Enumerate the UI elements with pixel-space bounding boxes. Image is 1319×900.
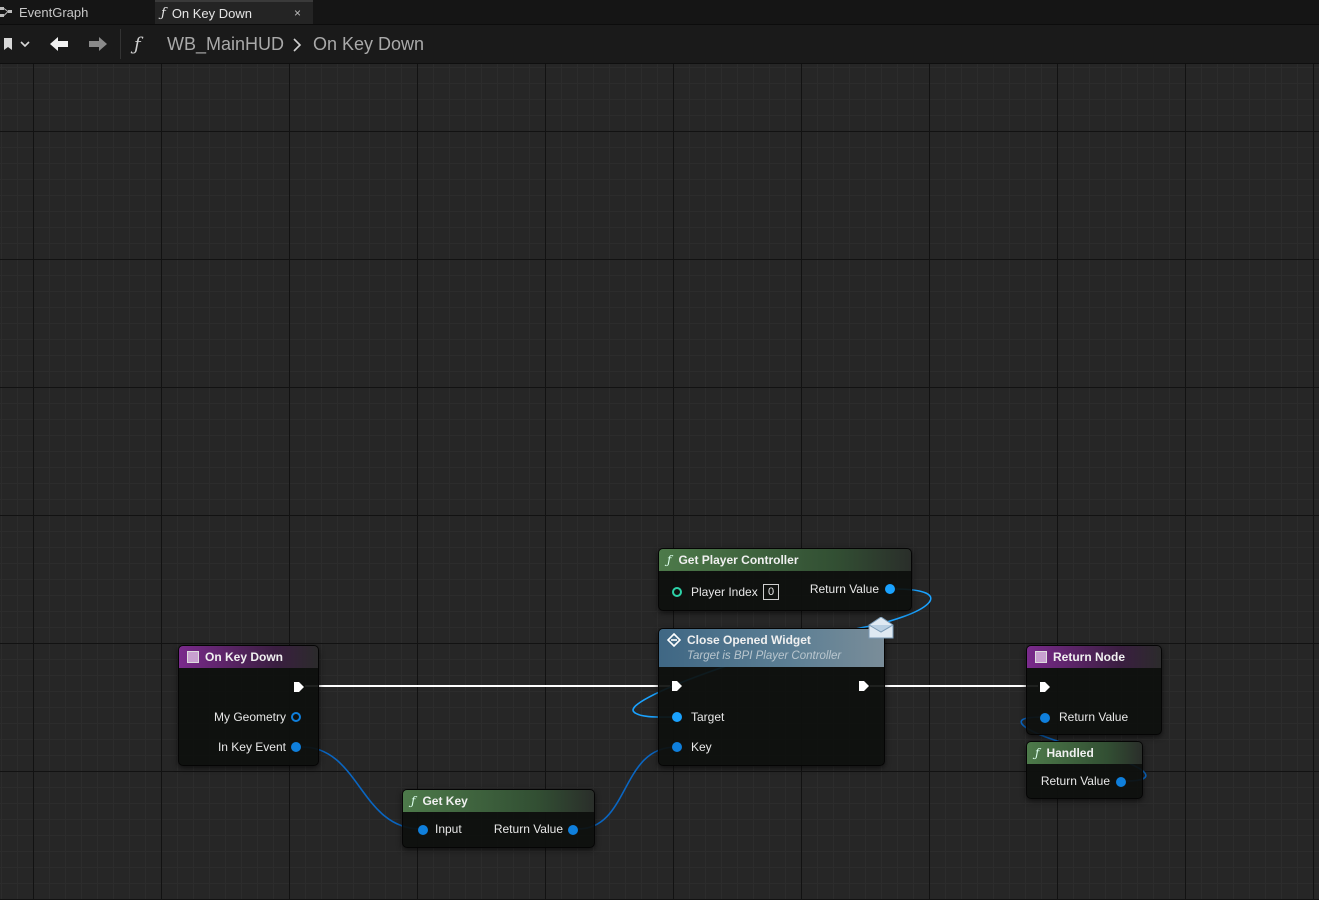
exec-in-pin[interactable] [671,680,683,692]
function-icon: ƒ [667,553,672,567]
back-button[interactable] [45,32,73,56]
tab-on-key-down[interactable]: ƒ On Key Down × [155,0,313,24]
node-header: ƒ Get Key [403,790,594,812]
player-index-input[interactable]: 0 [763,584,779,600]
pin-label: In Key Event [217,740,286,754]
exec-out-pin[interactable] [293,681,305,693]
node-title: Return Node [1053,650,1125,664]
get-player-controller-node[interactable]: ƒ Get Player Controller Player Index 0 R… [658,548,912,611]
envelope-icon [868,617,894,639]
pin-label: Player Index [691,585,758,599]
document-tab-bar: EventGraph ƒ On Key Down × [0,0,1319,25]
node-title: Handled [1046,746,1094,760]
handled-node[interactable]: ƒ Handled Return Value [1026,741,1143,799]
tab-label: On Key Down [171,5,253,21]
on-key-down-node[interactable]: On Key Down My Geometry In Key Event [178,645,319,766]
target-pin[interactable] [672,712,682,722]
node-title: On Key Down [205,650,284,664]
close-icon[interactable]: × [294,6,301,20]
function-icon: ƒ [161,5,166,21]
key-event-pin[interactable] [291,742,301,752]
player-index-pin[interactable] [672,587,682,597]
function-icon: ƒ [1035,746,1040,760]
key-pin[interactable] [672,742,682,752]
input-pin[interactable] [418,825,428,835]
chevron-right-icon [293,38,302,52]
node-subtitle: Target is BPI Player Controller [687,650,842,662]
geometry-pin[interactable] [291,712,301,722]
return-node[interactable]: Return Node Return Value [1026,645,1162,735]
event-icon [187,651,199,663]
close-opened-widget-node[interactable]: Close Opened Widget Target is BPI Player… [658,617,894,766]
pin-label: Return Value [1059,710,1129,724]
get-key-node[interactable]: ƒ Get Key Input Return Value [402,789,595,848]
bookmark-dropdown-button[interactable] [0,32,34,56]
pin-label: Return Value [1040,774,1110,788]
return-value-pin[interactable] [1116,777,1126,787]
exec-out-pin[interactable] [858,680,870,692]
return-value-pin[interactable] [885,584,895,594]
function-icon: ƒ [411,794,416,808]
arrow-right-icon [89,37,107,51]
breadcrumb-function[interactable]: On Key Down [313,34,424,55]
breadcrumb-blueprint[interactable]: WB_MainHUD [167,34,284,55]
forward-button[interactable] [84,32,112,56]
graph-icon [0,7,12,17]
return-value-pin[interactable] [568,825,578,835]
node-title: Close Opened Widget [687,633,811,647]
message-icon [667,633,681,647]
arrow-left-icon [50,37,68,51]
divider [120,29,121,59]
bookmark-icon [4,38,30,50]
tab-eventgraph[interactable]: EventGraph [0,0,154,24]
pin-label: My Geometry [213,710,286,724]
node-title: Get Player Controller [678,553,799,567]
return-value-pin[interactable] [1040,713,1050,723]
tab-label: EventGraph [19,4,89,20]
exec-in-pin[interactable] [1039,681,1051,693]
pin-label: Target [691,710,725,724]
pin-label: Key [691,740,712,754]
breadcrumb-bar: ƒ WB_MainHUD On Key Down [0,25,1319,64]
node-title: Get Key [422,794,468,808]
function-icon: ƒ [134,34,141,55]
return-icon [1035,651,1047,663]
node-header: On Key Down [179,646,318,668]
node-header: ƒ Handled [1027,742,1142,764]
node-header: Return Node [1027,646,1161,668]
pin-label: Input [435,822,462,836]
pin-label: Return Value [493,822,563,836]
node-header: ƒ Get Player Controller [659,549,911,571]
pin-label: Return Value [809,582,879,596]
